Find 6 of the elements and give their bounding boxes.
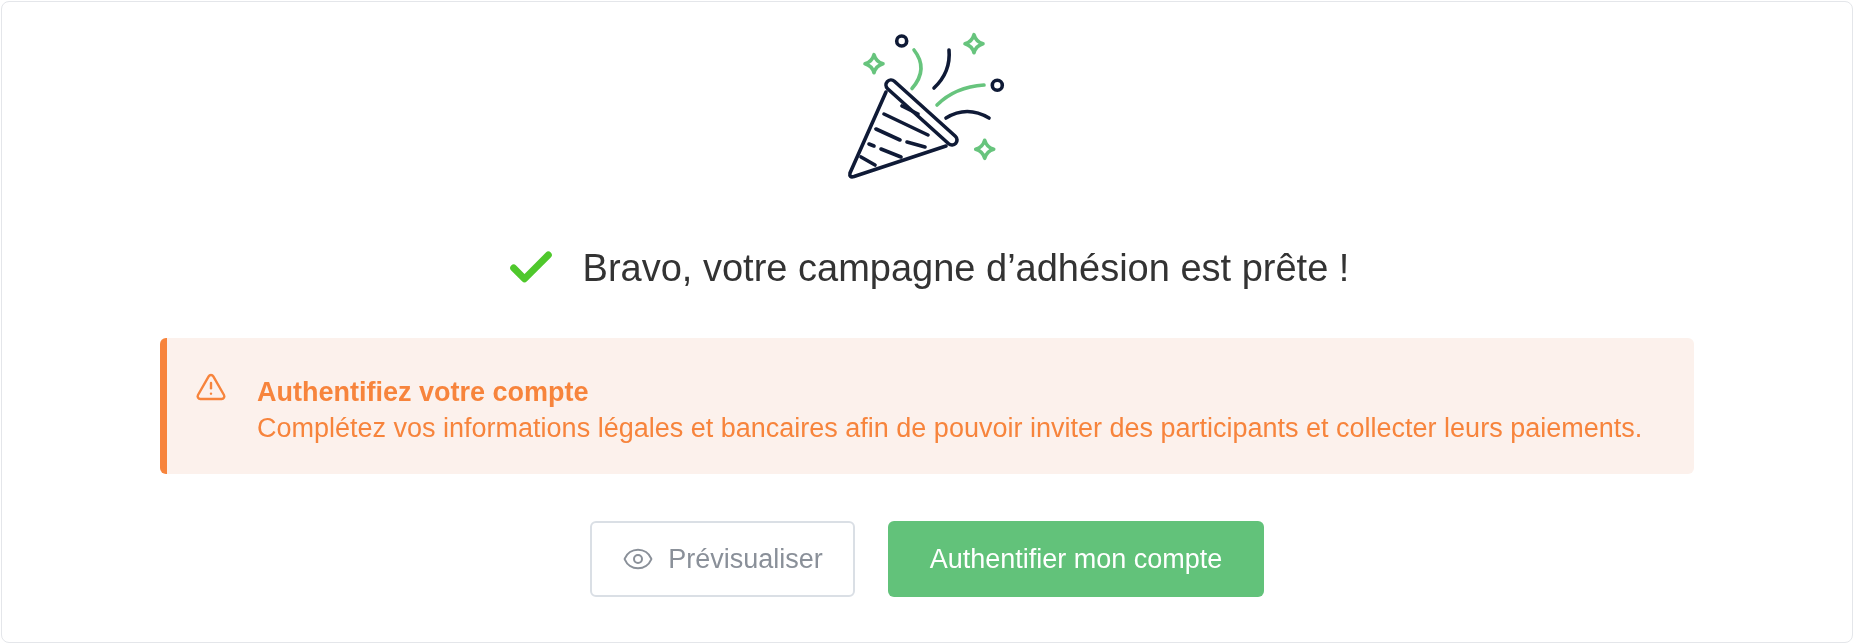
warning-icon	[195, 371, 227, 403]
alert-message: Complétez vos informations légales et bancaires afin de pouvoir inviter des participants et collecter leurs paiements.	[257, 412, 1643, 445]
alert-title: Authentifiez votre compte	[257, 376, 590, 408]
authenticate-button[interactable]: Authentifier mon compte	[888, 521, 1264, 597]
preview-button[interactable]: Prévisualiser	[590, 521, 855, 597]
success-heading: Bravo, votre campagne d’adhésion est prête !	[582, 246, 1350, 291]
